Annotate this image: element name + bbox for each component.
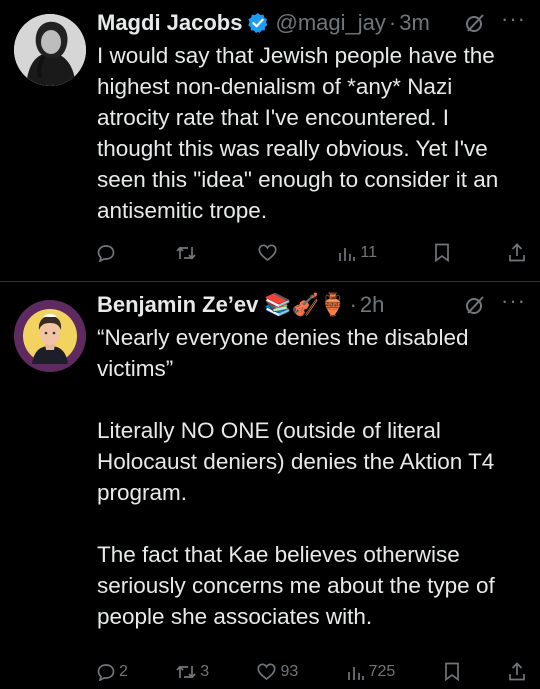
author-name[interactable]: Magdi Jacobs: [97, 10, 242, 36]
timestamp[interactable]: 2h: [360, 292, 384, 318]
views-count: 725: [368, 662, 396, 680]
verified-badge-icon: [247, 12, 269, 34]
like-button[interactable]: [258, 244, 281, 261]
grok-icon[interactable]: [464, 12, 486, 40]
bookmark-icon: [434, 243, 450, 262]
tweet[interactable]: Magdi Jacobs @magi_jay · 3m ··· I would …: [0, 0, 540, 281]
avatar[interactable]: [14, 300, 86, 372]
share-button[interactable]: [508, 243, 526, 262]
repost-count: 3: [200, 662, 210, 680]
tweet-text: “Nearly everyone denies the disabled vic…: [97, 322, 526, 632]
tweet-header: Magdi Jacobs @magi_jay · 3m ···: [97, 6, 526, 40]
action-bar: 2 3 93 725: [97, 662, 526, 681]
repost-button[interactable]: [176, 244, 200, 262]
views-button[interactable]: 725: [347, 662, 396, 681]
repost-icon: [176, 244, 197, 262]
timestamp[interactable]: 3m: [399, 10, 430, 36]
heart-icon: [258, 244, 277, 261]
name-emoji: 📚🎻🏺: [264, 292, 347, 317]
reply-icon: [97, 244, 115, 262]
reply-count: 2: [119, 662, 128, 680]
tweet[interactable]: Benjamin Ze’ev 📚🎻🏺 · 2h ··· “Nearly ever…: [0, 282, 540, 689]
heart-icon: [257, 663, 277, 680]
action-bar: 11: [97, 243, 526, 262]
author-handle[interactable]: @magi_jay: [275, 10, 385, 36]
tweet-paragraph: “Nearly everyone denies the disabled vic…: [97, 325, 469, 381]
tweet-paragraph: Literally NO ONE (outside of literal Hol…: [97, 418, 495, 505]
tweet-text: I would say that Jewish people have the …: [97, 40, 526, 226]
grok-icon[interactable]: [464, 294, 486, 322]
more-options-icon[interactable]: ···: [501, 288, 526, 314]
tweet-header: Benjamin Ze’ev 📚🎻🏺 · 2h ···: [97, 288, 526, 322]
share-icon: [508, 662, 526, 681]
share-icon: [508, 243, 526, 262]
analytics-icon: [338, 244, 356, 262]
reply-button[interactable]: 2: [97, 663, 128, 681]
views-count: 11: [360, 243, 378, 261]
bookmark-icon: [444, 662, 460, 681]
repost-button[interactable]: 3: [176, 663, 209, 681]
bookmark-button[interactable]: [444, 662, 460, 681]
reply-icon: [97, 663, 115, 681]
more-options-icon[interactable]: ···: [501, 6, 526, 32]
like-count: 93: [280, 662, 299, 680]
author-name[interactable]: Benjamin Ze’ev: [97, 292, 258, 318]
bookmark-button[interactable]: [434, 243, 450, 262]
reply-button[interactable]: [97, 244, 119, 262]
tweet-paragraph: I would say that Jewish people have the …: [97, 43, 499, 223]
separator: ·: [349, 292, 357, 317]
tweet-paragraph: The fact that Kae believes otherwise ser…: [97, 542, 495, 629]
analytics-icon: [347, 663, 365, 681]
like-button[interactable]: 93: [257, 663, 298, 681]
avatar[interactable]: [14, 14, 86, 86]
repost-icon: [176, 663, 196, 681]
share-button[interactable]: [508, 662, 526, 681]
views-button[interactable]: 11: [338, 244, 377, 262]
separator: ·: [388, 10, 397, 35]
